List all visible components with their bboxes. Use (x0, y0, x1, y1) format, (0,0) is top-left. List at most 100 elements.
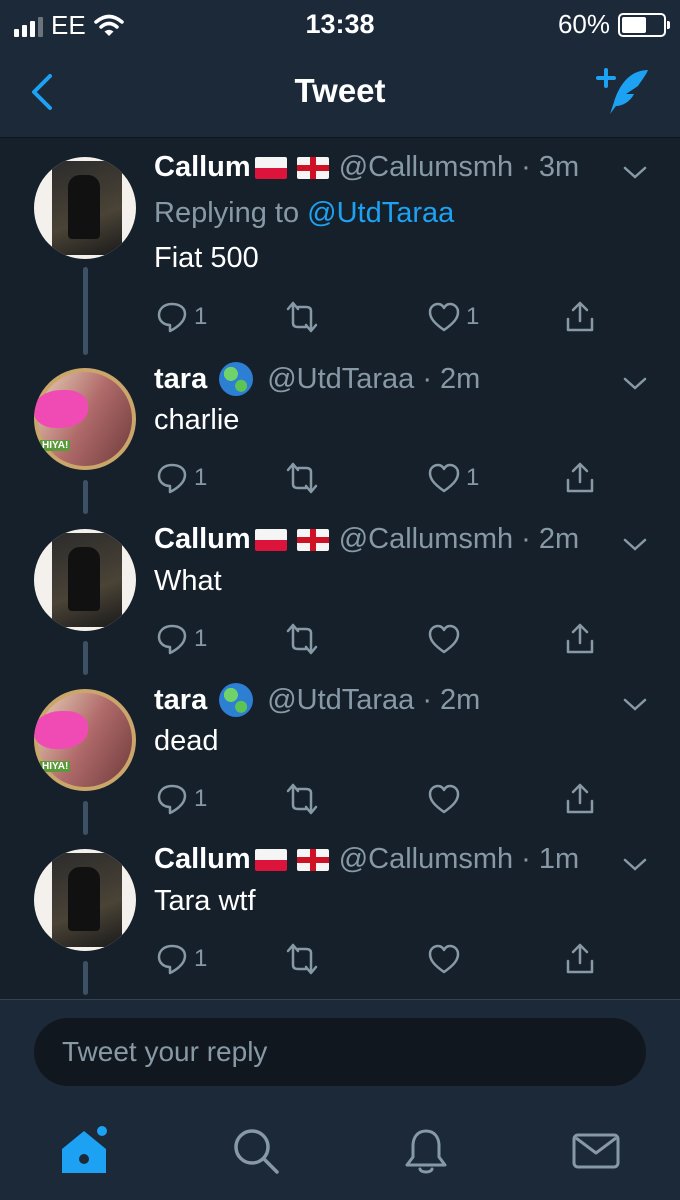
chevron-down-icon[interactable] (622, 697, 648, 713)
tab-bar (0, 1099, 680, 1200)
display-name[interactable]: tara (154, 363, 207, 396)
retweet-icon (286, 943, 318, 975)
reply-icon (157, 944, 187, 975)
poland-flag-icon (254, 156, 287, 179)
like-count: 1 (466, 303, 480, 330)
home-icon[interactable] (58, 1125, 110, 1177)
chevron-down-icon[interactable] (622, 857, 648, 873)
chevron-down-icon[interactable] (622, 537, 648, 553)
tweet-header: Callum @Callumsmh · 2m (154, 523, 579, 556)
england-flag-icon (296, 528, 329, 551)
england-flag-icon (296, 156, 329, 179)
reply-count: 1 (194, 945, 208, 972)
reply-count: 1 (194, 303, 208, 330)
conversation-thread: Callum @Callumsmh · 3m Replying to @UtdT… (0, 139, 680, 999)
timestamp: · 1m (521, 843, 580, 875)
compose-tweet-icon[interactable] (592, 66, 652, 118)
avatar[interactable]: HIYA! (34, 368, 136, 470)
share-icon (566, 462, 594, 493)
poland-flag-icon (254, 848, 287, 871)
reply-icon (157, 784, 187, 815)
heart-icon (428, 624, 460, 654)
tweet-text: charlie (154, 404, 240, 436)
tweet-actions: 1 (154, 621, 614, 661)
share-button[interactable] (562, 299, 598, 335)
reply-button[interactable]: 1 (154, 941, 207, 977)
share-button[interactable] (562, 781, 598, 817)
page-title: Tweet (294, 72, 386, 109)
avatar[interactable]: HIYA! (34, 689, 136, 791)
timestamp: · 2m (422, 362, 481, 395)
tweet-text: Fiat 500 (154, 242, 259, 274)
retweet-button[interactable] (284, 621, 320, 657)
like-button[interactable]: 1 (426, 460, 479, 496)
retweet-button[interactable] (284, 460, 320, 496)
username[interactable]: @Callumsmh (339, 843, 513, 876)
display-name[interactable]: Callum (154, 843, 251, 876)
share-icon (566, 623, 594, 654)
search-icon[interactable] (230, 1125, 282, 1177)
avatar[interactable] (34, 157, 136, 259)
tweet[interactable]: Callum @Callumsmh · 2m What 1 (0, 515, 680, 675)
england-flag-icon (296, 848, 329, 871)
heart-icon (428, 944, 460, 974)
chevron-down-icon[interactable] (622, 376, 648, 392)
avatar[interactable] (34, 849, 136, 951)
thread-line (83, 480, 88, 514)
avatar[interactable] (34, 529, 136, 631)
messages-icon[interactable] (570, 1125, 622, 1177)
reply-button[interactable]: 1 (154, 621, 207, 657)
heart-icon (428, 784, 460, 814)
timestamp: · 2m (521, 523, 580, 555)
thread-line (83, 267, 88, 355)
display-name[interactable]: tara (154, 684, 207, 717)
reply-button[interactable]: 1 (154, 781, 207, 817)
reply-button[interactable]: 1 (154, 299, 207, 335)
chevron-down-icon[interactable] (622, 165, 648, 181)
retweet-icon (286, 783, 318, 815)
username[interactable]: @Callumsmh (339, 523, 513, 556)
share-button[interactable] (562, 460, 598, 496)
tweet-actions: 1 1 (154, 299, 614, 339)
display-name[interactable]: Callum (154, 151, 251, 184)
tweet[interactable]: HIYA! tara @UtdTaraa · 2m dead 1 (0, 675, 680, 835)
thread-line (83, 961, 88, 995)
reply-input[interactable] (34, 1018, 646, 1086)
tweet[interactable]: Callum @Callumsmh · 3m Replying to @UtdT… (0, 139, 680, 355)
display-name[interactable]: Callum (154, 523, 251, 556)
thread-line (83, 801, 88, 835)
tweet-text: What (154, 565, 222, 597)
like-button[interactable] (426, 941, 466, 977)
tweet-actions: 1 (154, 781, 614, 821)
reply-bar (0, 999, 680, 1099)
heart-icon (428, 302, 460, 332)
retweet-button[interactable] (284, 781, 320, 817)
share-icon (566, 783, 594, 814)
like-button[interactable] (426, 621, 466, 657)
tweet[interactable]: Callum @Callumsmh · 1m Tara wtf 1 (0, 835, 680, 999)
username[interactable]: @UtdTaraa (267, 363, 414, 396)
retweet-button[interactable] (284, 299, 320, 335)
username[interactable]: @UtdTaraa (267, 684, 414, 717)
notifications-icon[interactable] (400, 1125, 452, 1177)
like-button[interactable] (426, 781, 466, 817)
share-button[interactable] (562, 941, 598, 977)
status-bar: EE 13:38 60% (0, 0, 680, 50)
like-count: 1 (466, 464, 480, 491)
replying-to-handle[interactable]: @UtdTaraa (307, 197, 454, 229)
tweet-header: tara @UtdTaraa · 2m (154, 362, 480, 396)
reply-icon (157, 463, 187, 494)
reply-count: 1 (194, 785, 208, 812)
battery-percent: 60% (557, 9, 610, 39)
tweet-text: Tara wtf (154, 885, 256, 917)
share-icon (566, 943, 594, 974)
reply-button[interactable]: 1 (154, 460, 207, 496)
tweet-actions: 1 1 (154, 460, 614, 500)
username[interactable]: @Callumsmh (339, 151, 513, 184)
retweet-button[interactable] (284, 941, 320, 977)
like-button[interactable]: 1 (426, 299, 479, 335)
share-button[interactable] (562, 621, 598, 657)
tweet-header: tara @UtdTaraa · 2m (154, 683, 480, 717)
reply-count: 1 (194, 464, 208, 491)
tweet[interactable]: HIYA! tara @UtdTaraa · 2m charlie 1 1 (0, 354, 680, 514)
